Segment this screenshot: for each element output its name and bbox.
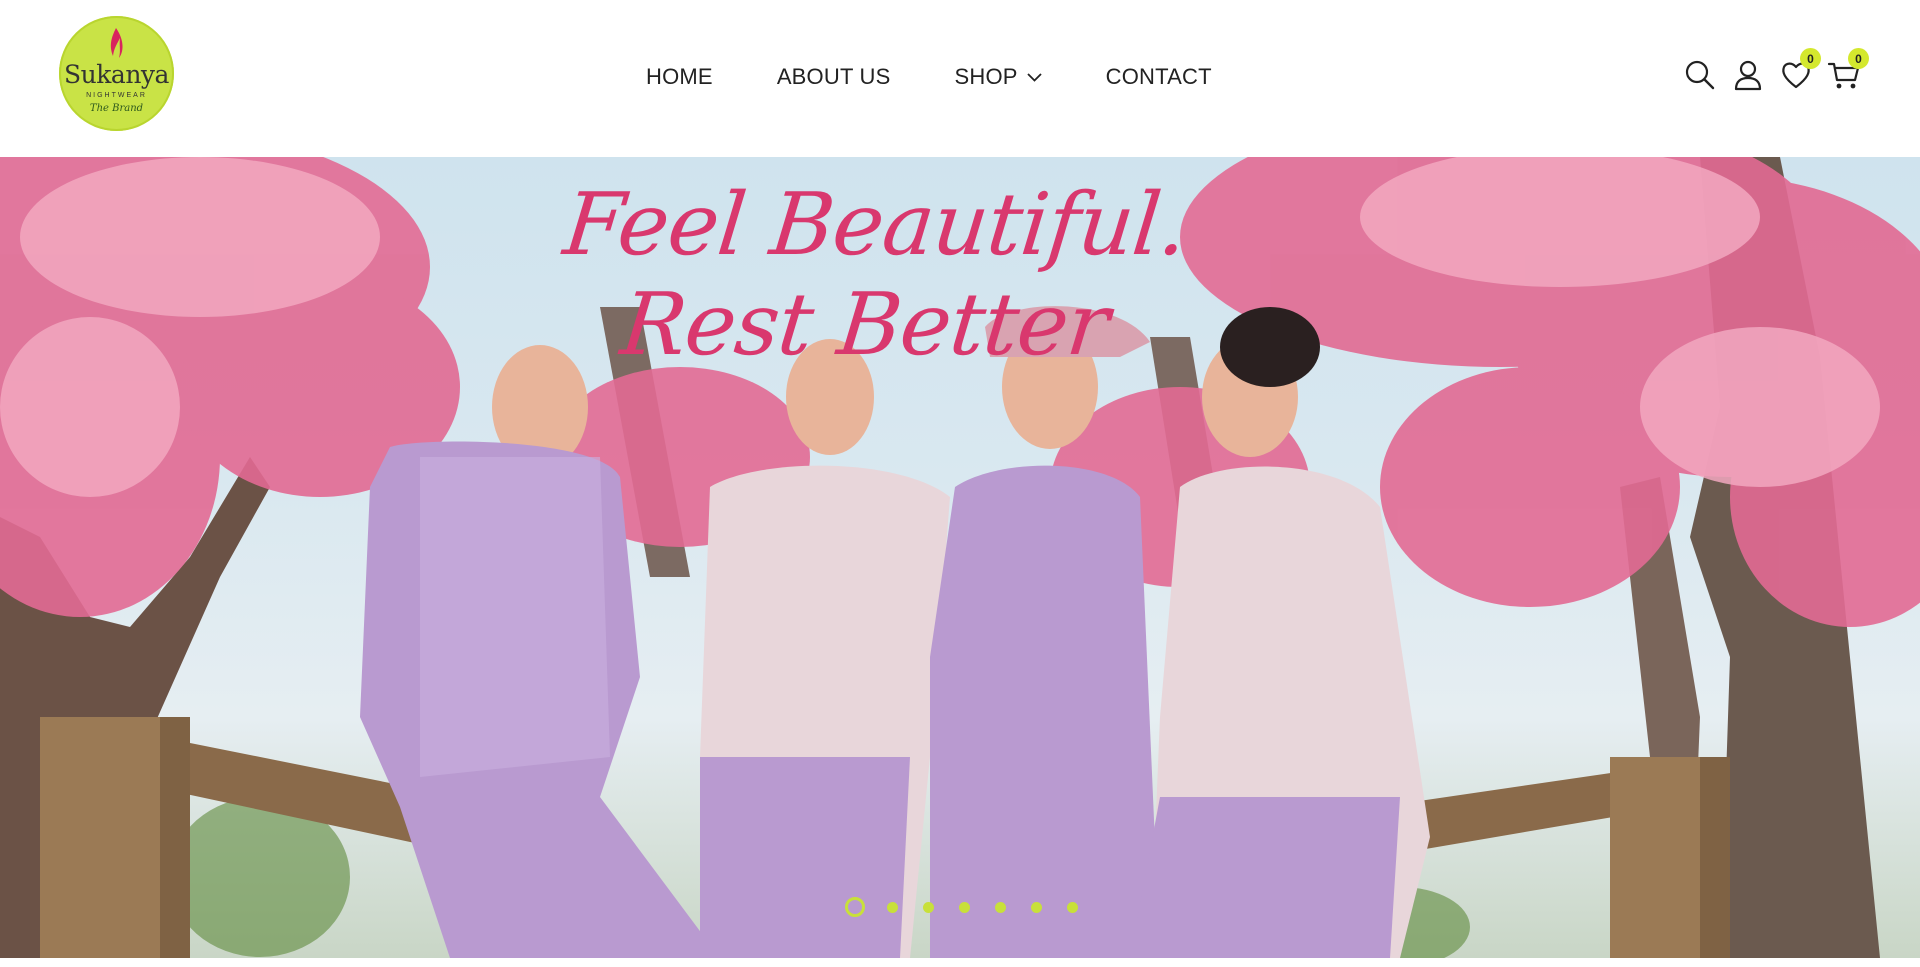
carousel-dot[interactable] <box>959 901 970 913</box>
search-icon <box>1685 60 1715 90</box>
search-button[interactable] <box>1683 58 1717 92</box>
carousel-dot[interactable] <box>887 901 898 913</box>
nav-item-label: ABOUT US <box>776 64 891 89</box>
main-nav: HOME ABOUT US SHOP CONTACT <box>646 62 1212 92</box>
wishlist-button[interactable]: 0 <box>1779 48 1821 92</box>
cart-count-badge: 0 <box>1848 48 1869 69</box>
site-header: Sukanya NIGHTWEAR The Brand HOME ABOUT U… <box>0 0 1920 157</box>
brand-subtitle: NIGHTWEAR <box>86 92 147 99</box>
account-button[interactable] <box>1731 58 1765 92</box>
user-icon <box>1734 60 1762 91</box>
nav-item-shop[interactable]: SHOP <box>954 64 1042 90</box>
cart-button[interactable]: 0 <box>1827 48 1869 92</box>
carousel-dot[interactable] <box>995 901 1006 913</box>
nav-item-label: SHOP <box>954 64 1018 89</box>
nav-item-label: CONTACT <box>1105 64 1212 89</box>
carousel-dot[interactable] <box>923 901 934 913</box>
carousel-dot-active[interactable] <box>845 897 865 917</box>
carousel-pagination <box>845 897 1078 917</box>
carousel-dot[interactable] <box>1031 901 1042 913</box>
wishlist-count-badge: 0 <box>1800 48 1821 69</box>
chevron-down-icon <box>1027 72 1042 82</box>
hero-headline: Feel Beautiful. Rest Better <box>559 175 1192 375</box>
brand-logo[interactable]: Sukanya NIGHTWEAR The Brand <box>59 16 174 131</box>
brand-tagline: The Brand <box>89 103 144 114</box>
hero-banner[interactable]: Feel Beautiful. Rest Better <box>0 157 1920 958</box>
nav-item-contact[interactable]: CONTACT <box>1106 64 1212 90</box>
brand-name: Sukanya <box>64 60 169 89</box>
nav-item-label: HOME <box>646 64 713 89</box>
carousel-dot[interactable] <box>1067 901 1078 913</box>
nav-item-home[interactable]: HOME <box>646 64 713 90</box>
nav-item-about-us[interactable]: ABOUT US <box>777 64 891 90</box>
